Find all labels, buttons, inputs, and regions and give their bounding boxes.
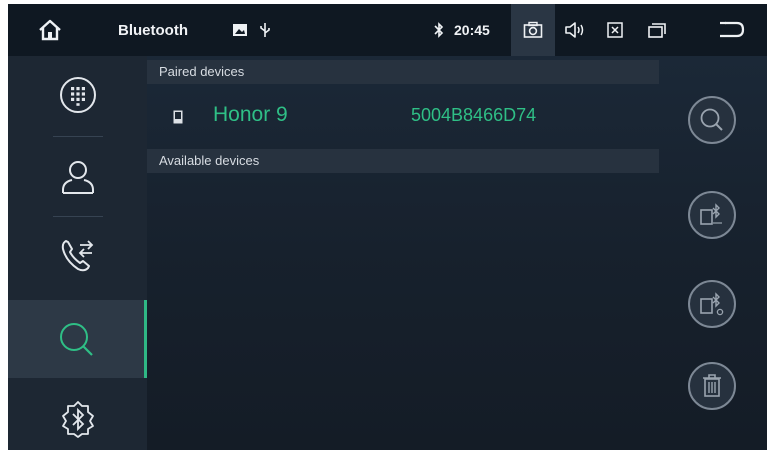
clock: 20:45: [454, 22, 490, 38]
device-name: Honor 9: [213, 103, 288, 126]
sidebar: [8, 56, 147, 450]
sidebar-item-contacts[interactable]: [8, 138, 147, 216]
phone-icon: [173, 110, 183, 124]
status-bar: Bluetooth 20:45: [8, 4, 767, 56]
bluetooth-screen: Bluetooth 20:45 Paired devices Honor 9 5…: [8, 4, 767, 450]
disconnect-device-button[interactable]: [688, 280, 736, 328]
multi-window-icon: [648, 23, 666, 38]
available-devices-list: [147, 173, 659, 450]
call-transfer-icon: [61, 240, 93, 272]
bluetooth-settings-icon: [61, 401, 94, 438]
close-app-button[interactable]: [600, 4, 630, 56]
search-icon: [60, 323, 93, 356]
dialpad-icon: [59, 77, 96, 113]
search-icon: [700, 108, 723, 131]
contact-icon: [61, 161, 94, 194]
home-icon: [39, 19, 61, 41]
bluetooth-icon: [430, 4, 448, 56]
sidebar-item-bluetooth-settings[interactable]: [8, 380, 147, 450]
device-address: 5004B8466D74: [411, 105, 537, 125]
volume-icon: [565, 22, 584, 38]
back-icon: [720, 21, 745, 38]
search-devices-button[interactable]: [688, 96, 736, 144]
close-app-icon: [607, 22, 623, 38]
home-button[interactable]: [30, 4, 70, 56]
available-devices-header: Available devices: [147, 149, 659, 173]
multi-window-button[interactable]: [642, 4, 672, 56]
paired-devices-header: Paired devices: [147, 60, 659, 84]
image-icon: [230, 4, 250, 56]
screenshot-icon: [523, 21, 543, 38]
delete-device-button[interactable]: [688, 362, 736, 410]
sidebar-item-search[interactable]: [8, 300, 147, 378]
disconnect-device-icon: [700, 292, 724, 316]
delete-icon: [703, 374, 721, 397]
app-title: Bluetooth: [118, 21, 188, 39]
paired-device-row[interactable]: Honor 9 5004B8466D74: [147, 94, 659, 144]
back-button[interactable]: [713, 4, 749, 56]
sidebar-divider: [53, 136, 103, 137]
sidebar-item-call-log[interactable]: [8, 216, 147, 294]
connect-device-button[interactable]: [688, 191, 736, 239]
sidebar-item-dialpad[interactable]: [8, 56, 147, 134]
connect-device-icon: [700, 203, 722, 225]
usb-icon: [256, 4, 274, 56]
screenshot-button[interactable]: [511, 4, 555, 56]
volume-button[interactable]: [560, 4, 590, 56]
